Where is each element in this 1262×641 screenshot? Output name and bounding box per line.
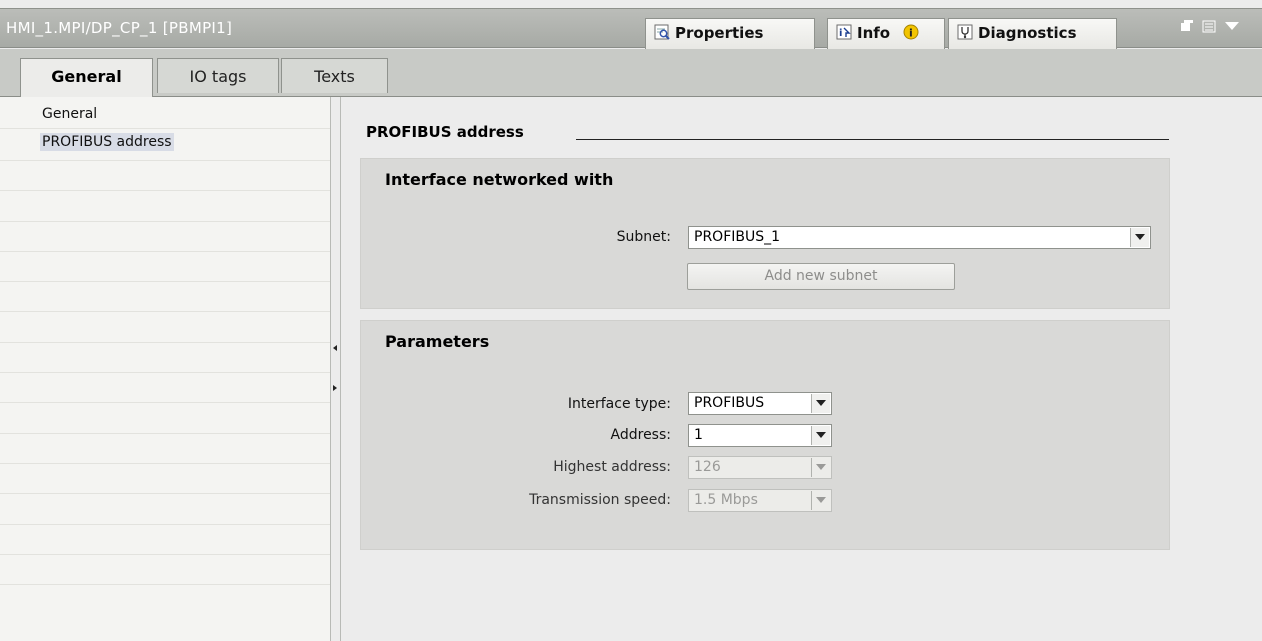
expand-right-icon[interactable] <box>332 380 338 396</box>
interface-type-label: Interface type: <box>567 396 671 412</box>
add-new-subnet-button[interactable]: Add new subnet <box>687 263 955 290</box>
chevron-down-icon <box>811 458 830 477</box>
highest-address-dropdown: 126 <box>688 456 832 479</box>
nav-empty-row <box>0 161 330 192</box>
nav-empty-row <box>0 312 330 343</box>
section-title: PROFIBUS address <box>366 123 524 141</box>
svg-text:i: i <box>839 28 842 39</box>
panel-splitter[interactable] <box>330 97 341 641</box>
restore-icon[interactable] <box>1180 19 1194 37</box>
tab-texts[interactable]: Texts <box>281 58 388 93</box>
collapse-left-icon[interactable] <box>332 340 338 356</box>
info-badge-icon: i <box>903 24 919 40</box>
transmission-speed-value: 1.5 Mbps <box>694 492 758 508</box>
nav-empty-row <box>0 464 330 495</box>
nav-empty-row <box>0 252 330 283</box>
address-label: Address: <box>610 427 671 443</box>
interface-type-value: PROFIBUS <box>694 395 765 411</box>
nav-empty-row <box>0 434 330 464</box>
chevron-down-icon[interactable] <box>811 426 830 445</box>
left-navigation: General PROFIBUS address <box>0 97 330 641</box>
tab-info-label: Info <box>857 24 891 42</box>
chevron-down-icon[interactable] <box>1130 228 1149 247</box>
collapse-arrow-icon[interactable] <box>1224 19 1240 37</box>
window-title: HMI_1.MPI/DP_CP_1 [PBMPI1] <box>6 19 233 37</box>
address-dropdown[interactable]: 1 <box>688 424 832 447</box>
nav-empty-row <box>0 343 330 374</box>
nav-empty-row <box>0 222 330 252</box>
highest-address-value: 126 <box>694 459 721 475</box>
section-divider <box>576 139 1169 140</box>
tab-general[interactable]: General <box>20 58 153 97</box>
interface-panel-title: Interface networked with <box>385 170 614 189</box>
parameters-panel: Parameters Interface type: PROFIBUS Addr… <box>360 320 1170 550</box>
subnet-dropdown[interactable]: PROFIBUS_1 <box>688 226 1151 249</box>
transmission-speed-label: Transmission speed: <box>529 492 671 508</box>
inspector-title-bar: HMI_1.MPI/DP_CP_1 [PBMPI1] Properties i … <box>0 8 1262 49</box>
nav-empty-row <box>0 191 330 222</box>
tab-diagnostics-label: Diagnostics <box>978 24 1077 42</box>
chevron-down-icon[interactable] <box>811 394 830 413</box>
tab-info[interactable]: i Info i <box>827 18 945 49</box>
nav-item-general[interactable]: General <box>40 105 99 123</box>
diagnostics-icon <box>957 24 973 40</box>
highest-address-label: Highest address: <box>553 459 671 475</box>
chevron-down-icon <box>811 491 830 510</box>
address-value: 1 <box>694 427 703 443</box>
nav-empty-row <box>0 555 330 586</box>
nav-empty-row <box>0 525 330 555</box>
nav-item-profibus-address[interactable]: PROFIBUS address <box>40 133 174 151</box>
sub-tab-bar: General IO tags Texts <box>0 49 1262 97</box>
parameters-panel-title: Parameters <box>385 332 490 351</box>
interface-type-dropdown[interactable]: PROFIBUS <box>688 392 832 415</box>
tab-io-tags[interactable]: IO tags <box>157 58 279 93</box>
subnet-value: PROFIBUS_1 <box>694 229 781 245</box>
nav-empty-row <box>0 494 330 525</box>
subnet-label: Subnet: <box>616 229 671 245</box>
info-icon: i <box>836 24 852 40</box>
list-view-icon[interactable] <box>1202 19 1216 37</box>
svg-text:i: i <box>909 27 913 40</box>
tab-properties-label: Properties <box>675 24 764 42</box>
transmission-speed-dropdown: 1.5 Mbps <box>688 489 832 512</box>
nav-empty-row <box>0 282 330 313</box>
window-controls <box>1180 19 1260 41</box>
nav-empty-row <box>0 373 330 404</box>
properties-icon <box>654 24 670 40</box>
properties-content: PROFIBUS address Interface networked wit… <box>342 97 1262 641</box>
tab-properties[interactable]: Properties <box>645 18 815 49</box>
tab-diagnostics[interactable]: Diagnostics <box>948 18 1117 49</box>
nav-empty-row <box>0 403 330 434</box>
